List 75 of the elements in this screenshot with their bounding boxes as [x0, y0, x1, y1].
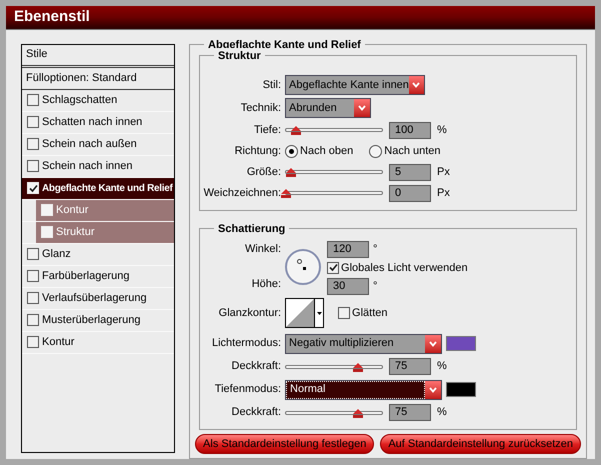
color-swatch[interactable] — [446, 382, 476, 397]
field-label: Tiefenmodus: — [214, 382, 282, 398]
checkbox-label: Globales Licht verwenden — [341, 260, 468, 276]
checkbox[interactable] — [27, 94, 39, 106]
chevron-icon — [354, 99, 370, 117]
slider-thumb[interactable] — [352, 408, 364, 418]
style-list-header[interactable]: Stile — [26, 46, 48, 63]
unit-label: ° — [373, 242, 378, 257]
number-field[interactable]: 120 — [327, 240, 370, 258]
dropdown[interactable]: Abgeflachte Kante innen — [285, 75, 426, 95]
style-list-item[interactable]: Struktur — [36, 222, 174, 242]
chevron-icon — [425, 380, 442, 398]
caret-icon — [316, 312, 322, 314]
window-title: Ebenenstil — [14, 7, 90, 27]
number-field[interactable]: 30 — [327, 278, 370, 295]
dropdown[interactable]: Normal — [285, 380, 442, 400]
checkbox[interactable] — [338, 307, 350, 319]
checkmark-icon — [328, 263, 338, 272]
checkbox[interactable] — [327, 262, 340, 274]
checkbox[interactable] — [27, 292, 39, 304]
slider-track[interactable] — [285, 170, 384, 174]
radio-label: Nach oben — [300, 144, 354, 159]
field-label: Deckkraft: — [230, 359, 282, 374]
unit-label: % — [437, 359, 447, 374]
slider-thumb[interactable] — [280, 188, 292, 198]
style-list-item[interactable]: Kontur — [36, 200, 174, 220]
checkbox[interactable] — [27, 248, 39, 260]
checkbox[interactable] — [27, 270, 39, 282]
checkbox[interactable] — [27, 160, 39, 172]
slider-thumb[interactable] — [352, 362, 364, 372]
color-swatch[interactable] — [446, 336, 476, 351]
checkbox[interactable] — [27, 138, 39, 150]
blending-options-item[interactable]: Fülloptionen: Standard — [26, 70, 137, 86]
chevron-icon — [408, 76, 424, 94]
field-label: Deckkraft: — [230, 405, 282, 420]
number-field[interactable]: 0 — [389, 184, 432, 202]
unit-label: Px — [437, 164, 450, 180]
radio-button[interactable] — [285, 144, 298, 158]
field-label: Höhe: — [250, 277, 282, 292]
field-label: Technik: — [240, 100, 282, 116]
slider-track[interactable] — [285, 128, 384, 132]
field-label: Winkel: — [244, 242, 282, 256]
slider-thumb[interactable] — [290, 125, 302, 135]
checkbox[interactable] — [27, 116, 39, 128]
number-field[interactable]: 5 — [389, 164, 432, 180]
slider-thumb[interactable] — [284, 167, 297, 177]
style-list-item[interactable]: Abgeflachte Kante und Relief — [22, 178, 174, 198]
field-label: Richtung: — [234, 144, 282, 159]
dropdown[interactable]: Abrunden — [285, 98, 372, 118]
unit-label: Px — [437, 186, 450, 201]
checkbox[interactable] — [27, 336, 39, 348]
field-label: Weichzeichnen: — [202, 186, 282, 201]
dropdown[interactable]: Negativ multiplizieren — [285, 334, 442, 354]
contour-picker[interactable] — [285, 298, 324, 328]
field-label: Stil: — [262, 78, 282, 93]
action-button[interactable]: Auf Standardeinstellung zurücksetzen — [380, 434, 581, 454]
unit-label: % — [437, 405, 447, 420]
checkbox[interactable] — [27, 314, 39, 326]
angle-dial[interactable] — [285, 248, 322, 284]
field-label: Größe: — [246, 164, 282, 180]
number-field[interactable]: 100 — [389, 122, 432, 138]
field-label: Tiefe: — [252, 122, 282, 138]
field-label: Glanzkontur: — [218, 306, 282, 321]
unit-label: ° — [373, 279, 378, 294]
radio-button[interactable] — [369, 144, 382, 158]
unit-label: % — [437, 122, 447, 138]
chevron-icon — [425, 334, 442, 352]
contour-curve-icon — [286, 299, 314, 327]
checkbox-label: Glätten — [352, 306, 388, 321]
action-button[interactable]: Als Standardeinstellung festlegen — [195, 434, 374, 454]
number-field[interactable]: 75 — [389, 358, 432, 375]
field-label: Lichtermodus: — [210, 336, 282, 352]
radio-label: Nach unten — [384, 144, 441, 159]
number-field[interactable]: 75 — [389, 404, 432, 421]
checkmark-icon — [28, 184, 38, 192]
